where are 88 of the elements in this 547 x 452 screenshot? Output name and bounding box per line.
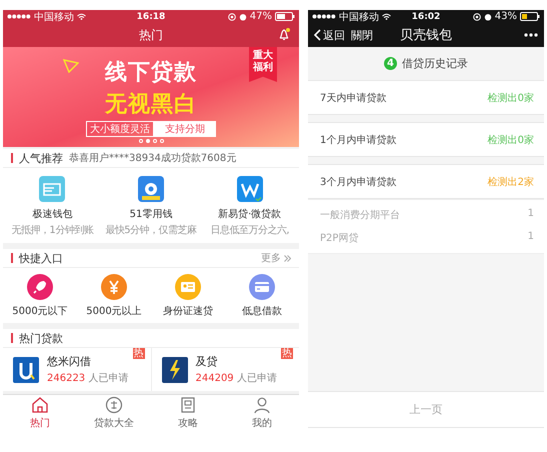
- quick-entry-label: 5000元以上: [86, 304, 142, 318]
- period-label: 7天内申请贷款: [320, 92, 386, 104]
- battery-percent: 47%: [250, 11, 272, 22]
- close-link[interactable]: 關閉: [351, 28, 373, 42]
- loan-name: 及贷: [196, 354, 218, 369]
- section-title: 热门贷款: [19, 330, 63, 346]
- bolt-logo-icon: [162, 356, 188, 382]
- app-name: 51零用钱: [130, 208, 172, 221]
- applicant-count: 244209 人已申请: [196, 372, 277, 385]
- banner-tag: 支持分期: [154, 121, 216, 137]
- section-title: 人气推荐: [19, 150, 63, 166]
- tab-bar-item[interactable]: 攻略: [151, 395, 225, 428]
- double-chevron-icon: [284, 254, 291, 262]
- battery-icon: [275, 12, 295, 21]
- more-icon: [524, 33, 538, 37]
- idcard-icon: [175, 274, 201, 300]
- platform-name: 一般消费分期平台: [320, 208, 400, 222]
- carrier-name: 中国移动: [34, 10, 74, 24]
- platform-count: 1: [528, 208, 534, 221]
- battery-icon: [520, 12, 540, 21]
- hot-badge: 热: [132, 348, 144, 359]
- signal-dots-icon: [7, 14, 31, 19]
- status-time: 16:18: [136, 12, 166, 22]
- banner-headline: 线下贷款: [105, 59, 197, 87]
- app-name: 极速钱包: [32, 208, 72, 221]
- quick-entry-label: 身份证速贷: [163, 304, 213, 318]
- loan-name: 悠米闪借: [47, 354, 92, 369]
- carousel-dot[interactable]: [146, 139, 150, 143]
- wifi-icon: [77, 13, 86, 20]
- quick-entry-item[interactable]: 身份证速贷: [151, 274, 225, 318]
- app-description: 无抵押，1分钟到账: [11, 224, 94, 237]
- count-badge: 4: [384, 57, 397, 70]
- loan-card[interactable]: 及贷 244209 人已申请 热: [152, 348, 299, 391]
- carrier-name: 中国移动: [339, 10, 379, 24]
- quick-entry-item[interactable]: 低息借款: [225, 274, 299, 318]
- tab-bar-item[interactable]: 贷款大全: [77, 395, 151, 428]
- success-ticker: 恭喜用户****38934成功贷款7608元: [69, 152, 236, 165]
- quick-entry-label: 低息借款: [242, 304, 282, 318]
- bell-icon: [277, 27, 291, 41]
- section-title: 快捷入口: [19, 250, 63, 266]
- platform-count: 1: [528, 231, 534, 244]
- carousel-dot[interactable]: [160, 139, 164, 143]
- lock-rotation-icon: [228, 12, 236, 20]
- history-title: 借贷历史记录: [402, 56, 468, 71]
- loan-card[interactable]: 悠米闪借 246223 人已申请 热: [3, 348, 150, 391]
- app-description: 日息低至万分之六,: [210, 224, 289, 237]
- card-icon: [249, 274, 275, 300]
- tab-bar-item[interactable]: 热门: [3, 395, 77, 428]
- u-logo-icon: [13, 356, 39, 382]
- person-icon: [252, 395, 272, 415]
- wifi-icon: [382, 13, 391, 20]
- signal-dots-icon: [312, 14, 336, 19]
- detection-result: 检测出0家: [488, 134, 534, 146]
- lock-rotation-icon: [472, 12, 481, 20]
- promo-ribbon: 重大 福利: [249, 47, 277, 82]
- detection-result: 检测出0家: [488, 92, 534, 104]
- nav-title: 贝壳钱包: [400, 27, 452, 44]
- carousel-dot[interactable]: [138, 139, 142, 143]
- banner-subheadline: 无视黑白: [105, 91, 197, 119]
- quick-entry-label: 5000元以下: [12, 304, 68, 318]
- home-icon: [30, 395, 50, 415]
- triangle-icon: [63, 59, 79, 73]
- app-description: 最快5分钟，仅需芝麻: [105, 224, 197, 237]
- applicant-count: 246223 人已申请: [47, 372, 128, 385]
- yen-icon: [101, 274, 127, 300]
- coin-icon: [104, 395, 124, 415]
- nav-title: 热门: [139, 26, 163, 44]
- platform-name: P2P网贷: [320, 232, 358, 245]
- bag-app-icon: [138, 176, 164, 202]
- banner-tag: 大小额度灵活: [86, 121, 154, 137]
- battery-percent: 43%: [494, 11, 517, 22]
- quick-entry-item[interactable]: 5000元以上: [77, 274, 151, 318]
- status-time: 16:02: [412, 12, 440, 22]
- app-name: 新易贷·微贷款: [218, 208, 282, 221]
- hot-badge: 热: [281, 348, 293, 359]
- quick-entry-item[interactable]: 5000元以下: [3, 274, 77, 318]
- w-app-icon: [236, 176, 263, 202]
- back-chevron-icon: [314, 29, 321, 41]
- app-item[interactable]: 新易贷·微贷款 日息低至万分之六,: [200, 176, 299, 237]
- detection-result: 检测出2家: [488, 176, 534, 188]
- wallet-app-icon: [39, 176, 66, 202]
- period-label: 1个月内申请贷款: [320, 134, 396, 146]
- app-item[interactable]: 极速钱包 无抵押，1分钟到账: [3, 176, 102, 237]
- period-label: 3个月内申请贷款: [320, 176, 396, 188]
- back-link[interactable]: 返回: [314, 28, 345, 42]
- carousel-dot[interactable]: [152, 139, 156, 143]
- tab-bar-item[interactable]: 我的: [225, 395, 299, 428]
- app-item[interactable]: 51零用钱 最快5分钟，仅需芝麻: [102, 176, 200, 237]
